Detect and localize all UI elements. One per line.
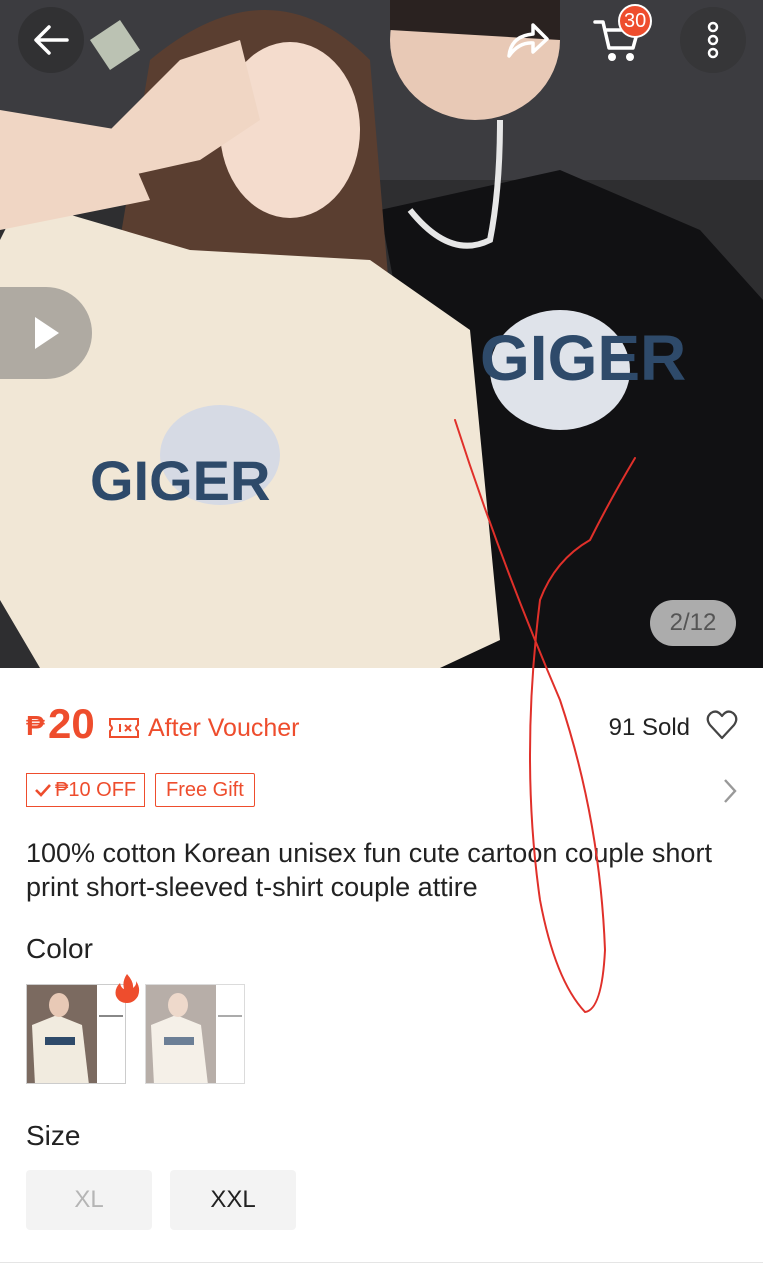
hot-flame-icon: [115, 974, 140, 1003]
product-photo: GIGER GIGER: [0, 0, 763, 668]
image-counter: 2/12: [650, 600, 736, 646]
product-image-gallery[interactable]: GIGER GIGER 30 2/12: [0, 0, 763, 668]
after-voucher-label: After Voucher: [148, 714, 300, 742]
heart-icon[interactable]: [706, 710, 738, 740]
chevron-right-icon: [724, 779, 737, 803]
svg-text:GIGER: GIGER: [480, 322, 686, 394]
color-swatch-option[interactable]: [145, 984, 245, 1084]
swatch-thumbnail: [27, 985, 125, 1083]
promotion-tags-row[interactable]: ₱10 OFF Free Gift: [26, 773, 738, 809]
play-video-button[interactable]: [0, 287, 92, 379]
check-icon: [35, 784, 51, 797]
sold-count: 91 Sold: [608, 714, 690, 741]
price-currency: ₱: [26, 710, 45, 741]
more-vertical-icon: [707, 21, 719, 59]
back-arrow-icon: [34, 25, 69, 55]
svg-text:GIGER: GIGER: [90, 449, 270, 512]
divider: [0, 1262, 763, 1263]
size-option-xxl[interactable]: XXL: [170, 1170, 296, 1230]
color-swatch-option[interactable]: [26, 984, 126, 1084]
voucher-icon: [109, 718, 139, 738]
discount-tag-text: ₱10 OFF: [55, 778, 137, 801]
share-icon: [507, 23, 549, 58]
back-button[interactable]: [18, 7, 84, 73]
share-button[interactable]: [494, 7, 560, 73]
size-section-label: Size: [26, 1120, 81, 1151]
more-options-button[interactable]: [680, 7, 746, 73]
price-row: ₱ 20 After Voucher 91 Sold: [26, 700, 738, 760]
swatch-thumbnail: [146, 985, 244, 1083]
free-gift-tag: Free Gift: [155, 773, 255, 807]
cart-count-badge: 30: [618, 4, 653, 38]
play-icon: [35, 317, 59, 349]
discount-tag: ₱10 OFF: [26, 773, 146, 807]
size-option-xl[interactable]: XL: [26, 1170, 152, 1230]
product-title: 100% cotton Korean unisex fun cute carto…: [26, 838, 712, 902]
price-amount: 20: [48, 700, 95, 747]
color-section-label: Color: [26, 933, 93, 964]
